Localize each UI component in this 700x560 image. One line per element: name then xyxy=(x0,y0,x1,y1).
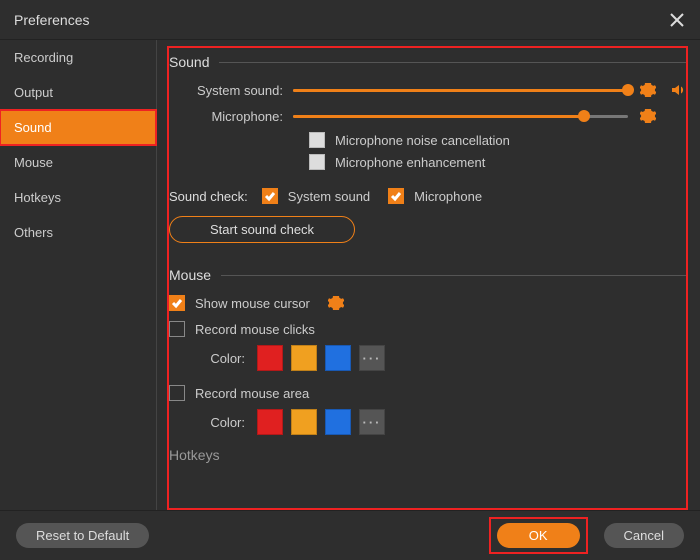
enhancement-row: Microphone enhancement xyxy=(309,154,688,170)
check-system-sound-checkbox[interactable] xyxy=(262,188,278,204)
close-button[interactable] xyxy=(668,11,686,29)
sidebar-item-label: Output xyxy=(14,85,53,100)
microphone-settings-button[interactable] xyxy=(638,106,658,126)
sidebar-item-label: Others xyxy=(14,225,53,240)
system-sound-label: System sound: xyxy=(169,83,293,98)
section-title-hotkeys-peek: Hotkeys xyxy=(169,447,688,463)
body: Recording Output Sound Mouse Hotkeys Oth… xyxy=(0,40,700,510)
microphone-label: Microphone: xyxy=(169,109,293,124)
section-title-label: Sound xyxy=(169,54,209,70)
check-icon xyxy=(390,190,402,202)
sound-check-label: Sound check: xyxy=(169,189,262,204)
titlebar: Preferences xyxy=(0,0,700,40)
noise-cancel-checkbox[interactable] xyxy=(309,132,325,148)
reset-to-default-button[interactable]: Reset to Default xyxy=(16,523,149,548)
color-swatch-orange[interactable] xyxy=(291,409,317,435)
content-panel: Sound System sound: Microphone: xyxy=(157,40,700,510)
check-system-sound-label: System sound xyxy=(288,189,370,204)
start-sound-check-label: Start sound check xyxy=(210,222,314,237)
color-swatch-red[interactable] xyxy=(257,409,283,435)
check-icon xyxy=(171,297,183,309)
gear-icon xyxy=(328,295,344,311)
color-more-button[interactable]: ··· xyxy=(359,345,385,371)
microphone-row: Microphone: xyxy=(169,106,688,126)
record-area-label: Record mouse area xyxy=(195,386,309,401)
color-label: Color: xyxy=(199,351,245,366)
color-swatch-red[interactable] xyxy=(257,345,283,371)
check-icon xyxy=(264,190,276,202)
record-area-row: Record mouse area xyxy=(169,385,688,401)
sidebar: Recording Output Sound Mouse Hotkeys Oth… xyxy=(0,40,157,510)
sidebar-item-recording[interactable]: Recording xyxy=(0,40,156,75)
section-title-mouse: Mouse xyxy=(169,267,688,283)
color-more-button[interactable]: ··· xyxy=(359,409,385,435)
sidebar-item-label: Mouse xyxy=(14,155,53,170)
footer: Reset to Default OK Cancel xyxy=(0,510,700,560)
color-swatch-blue[interactable] xyxy=(325,409,351,435)
gear-icon xyxy=(640,108,656,124)
noise-cancel-row: Microphone noise cancellation xyxy=(309,132,688,148)
sidebar-item-sound[interactable]: Sound xyxy=(0,110,156,145)
gear-icon xyxy=(640,82,656,98)
noise-cancel-label: Microphone noise cancellation xyxy=(335,133,510,148)
sound-check-row: Sound check: System sound Microphone xyxy=(169,188,688,204)
start-sound-check-button[interactable]: Start sound check xyxy=(169,216,355,243)
record-clicks-row: Record mouse clicks xyxy=(169,321,688,337)
system-sound-slider[interactable] xyxy=(293,81,628,99)
system-sound-speaker-button[interactable] xyxy=(668,80,688,100)
highlight-frame-ok: OK xyxy=(489,517,588,554)
more-label: ··· xyxy=(363,415,382,430)
color-swatch-orange[interactable] xyxy=(291,345,317,371)
enhancement-checkbox[interactable] xyxy=(309,154,325,170)
ok-label: OK xyxy=(529,528,548,543)
reset-label: Reset to Default xyxy=(36,528,129,543)
color-label: Color: xyxy=(199,415,245,430)
sidebar-item-hotkeys[interactable]: Hotkeys xyxy=(0,180,156,215)
more-label: ··· xyxy=(363,351,382,366)
microphone-slider[interactable] xyxy=(293,107,628,125)
ok-button[interactable]: OK xyxy=(497,523,580,548)
show-cursor-row: Show mouse cursor xyxy=(169,293,688,313)
sidebar-item-others[interactable]: Others xyxy=(0,215,156,250)
sidebar-item-mouse[interactable]: Mouse xyxy=(0,145,156,180)
close-icon xyxy=(670,13,684,27)
system-sound-row: System sound: xyxy=(169,80,688,100)
sidebar-item-output[interactable]: Output xyxy=(0,75,156,110)
show-cursor-checkbox[interactable] xyxy=(169,295,185,311)
system-sound-settings-button[interactable] xyxy=(638,80,658,100)
record-clicks-checkbox[interactable] xyxy=(169,321,185,337)
sidebar-item-label: Sound xyxy=(14,120,52,135)
speaker-icon xyxy=(670,82,686,98)
record-area-checkbox[interactable] xyxy=(169,385,185,401)
cancel-label: Cancel xyxy=(624,528,664,543)
area-color-row: Color: ··· xyxy=(199,409,688,435)
section-title-label: Mouse xyxy=(169,267,211,283)
check-microphone-label: Microphone xyxy=(414,189,482,204)
check-microphone-checkbox[interactable] xyxy=(388,188,404,204)
sidebar-item-label: Recording xyxy=(14,50,73,65)
enhancement-label: Microphone enhancement xyxy=(335,155,485,170)
show-cursor-label: Show mouse cursor xyxy=(195,296,310,311)
cursor-settings-button[interactable] xyxy=(326,293,346,313)
window-title: Preferences xyxy=(14,12,89,28)
color-swatch-blue[interactable] xyxy=(325,345,351,371)
sidebar-item-label: Hotkeys xyxy=(14,190,61,205)
clicks-color-row: Color: ··· xyxy=(199,345,688,371)
section-title-sound: Sound xyxy=(169,54,688,70)
record-clicks-label: Record mouse clicks xyxy=(195,322,315,337)
cancel-button[interactable]: Cancel xyxy=(604,523,684,548)
